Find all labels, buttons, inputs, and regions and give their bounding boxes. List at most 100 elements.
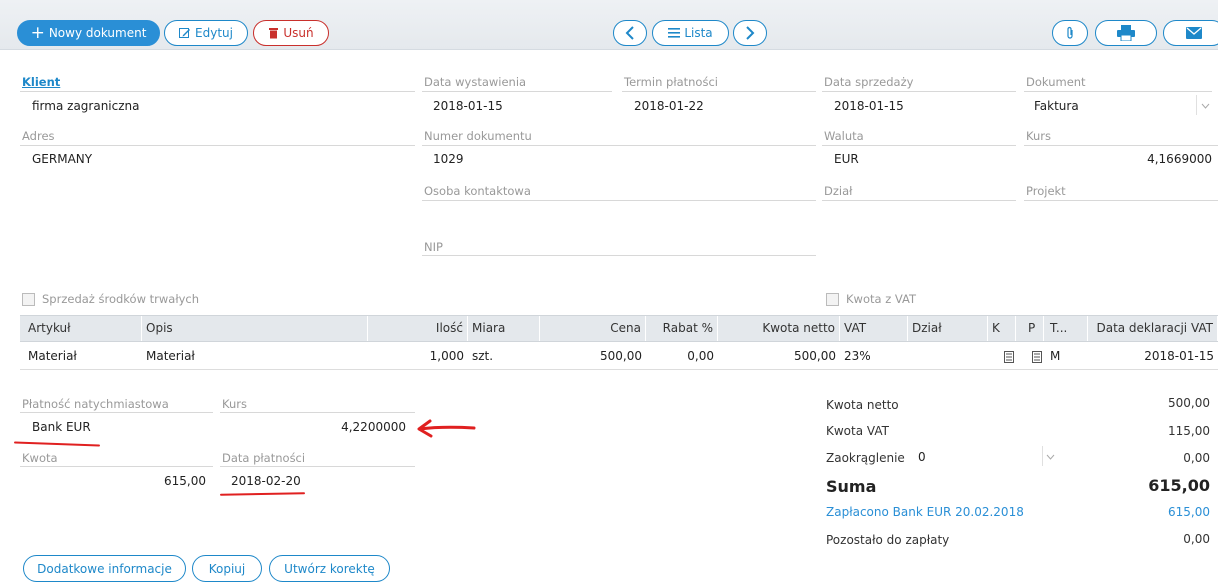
attachment-button[interactable]	[1052, 20, 1088, 46]
department-label: Dział	[824, 184, 853, 198]
exchange-rate-value[interactable]: 4,1669000	[1030, 152, 1212, 166]
column-header[interactable]: VAT	[840, 316, 908, 341]
cell-k[interactable]	[1000, 343, 1022, 369]
column-header[interactable]: Rabat %	[646, 316, 718, 341]
sale-date-underline	[822, 91, 1016, 92]
document-type-value[interactable]: Faktura	[1034, 99, 1079, 113]
table-row[interactable]: Materiał Materiał 1,000 szt. 500,00 0,00…	[20, 343, 1218, 370]
chevron-left-icon	[625, 26, 635, 40]
total-value: 615,00	[1148, 476, 1210, 495]
fixed-assets-checkbox[interactable]	[22, 293, 35, 306]
payment-amount-value[interactable]: 615,00	[20, 474, 206, 488]
issue-date-label: Data wystawienia	[424, 75, 527, 89]
issue-date-value[interactable]: 2018-01-15	[433, 99, 503, 113]
list-button[interactable]: Lista	[652, 20, 729, 46]
rounding-dropdown[interactable]	[1042, 446, 1058, 466]
plus-icon: +	[30, 23, 45, 43]
print-button[interactable]	[1095, 20, 1157, 46]
column-header[interactable]: K	[988, 316, 1016, 341]
nip-label: NIP	[424, 240, 443, 254]
issue-date-underline	[422, 91, 612, 92]
payment-rate-value[interactable]: 4,2200000	[220, 420, 406, 434]
toolbar: + Nowy dokument Edytuj Usuń Lista	[0, 0, 1218, 50]
remaining-value: 0,00	[1183, 532, 1210, 546]
cell-article: Materiał	[28, 349, 77, 363]
column-header[interactable]: Miara	[468, 316, 540, 341]
contact-person-label: Osoba kontaktowa	[424, 184, 531, 198]
column-header[interactable]: Dział	[908, 316, 988, 341]
chevron-down-icon	[1201, 98, 1210, 112]
edit-button[interactable]: Edytuj	[164, 20, 248, 46]
cell-t: M	[1050, 349, 1061, 363]
net-amount-value: 500,00	[1168, 396, 1210, 410]
amount-with-vat-checkbox[interactable]	[826, 293, 839, 306]
column-header[interactable]: Ilość	[368, 316, 468, 341]
list-icon	[668, 28, 681, 38]
rounding-select-value[interactable]: 0	[918, 450, 926, 464]
payment-method-underline	[20, 412, 213, 413]
create-correction-button[interactable]: Utwórz korektę	[269, 555, 390, 582]
previous-button[interactable]	[613, 20, 647, 46]
document-number-label: Numer dokumentu	[424, 129, 532, 143]
project-underline	[1024, 200, 1218, 201]
document-number-underline	[422, 145, 816, 146]
document-icon	[1032, 349, 1042, 363]
column-header[interactable]: Kwota netto	[718, 316, 840, 341]
email-button[interactable]	[1163, 20, 1218, 46]
payment-date-label: Data płatności	[222, 451, 306, 465]
sale-date-label: Data sprzedaży	[824, 75, 914, 89]
paid-link[interactable]: Zapłacono Bank EUR 20.02.2018	[826, 505, 1024, 519]
column-header[interactable]: Artykuł	[24, 316, 142, 341]
cell-discount: 0,00	[687, 349, 714, 363]
column-header[interactable]: Opis	[142, 316, 368, 341]
client-value[interactable]: firma zagraniczna	[32, 99, 140, 113]
currency-underline	[822, 145, 1016, 146]
sale-date-value[interactable]: 2018-01-15	[834, 99, 904, 113]
document-type-label: Dokument	[1026, 75, 1086, 89]
new-document-button[interactable]: + Nowy dokument	[17, 20, 160, 46]
vat-amount-label: Kwota VAT	[826, 424, 889, 438]
copy-button[interactable]: Kopiuj	[192, 555, 262, 582]
column-header[interactable]: P	[1024, 316, 1044, 341]
nip-underline	[422, 255, 816, 256]
delete-button[interactable]: Usuń	[253, 20, 329, 46]
paperclip-icon	[1065, 26, 1075, 40]
client-label[interactable]: Klient	[22, 75, 60, 89]
rounding-value: 0,00	[1183, 451, 1210, 465]
total-label: Suma	[826, 477, 877, 496]
exchange-rate-label: Kurs	[1026, 129, 1051, 143]
fixed-assets-label: Sprzedaż środków trwałych	[42, 292, 200, 306]
column-header[interactable]: T...	[1046, 316, 1088, 341]
cell-net-amount: 500,00	[794, 349, 836, 363]
cell-vat-declaration-date: 2018-01-15	[1144, 349, 1214, 363]
net-amount-label: Kwota netto	[826, 398, 899, 412]
address-underline	[20, 145, 415, 146]
new-document-label: Nowy dokument	[48, 26, 147, 40]
client-underline	[20, 91, 415, 92]
currency-value[interactable]: EUR	[834, 152, 859, 166]
due-date-value[interactable]: 2018-01-22	[634, 99, 704, 113]
amount-with-vat-label: Kwota z VAT	[846, 292, 917, 306]
currency-label: Waluta	[824, 129, 864, 143]
chevron-right-icon	[745, 26, 755, 40]
rounding-label: Zaokrąglenie	[826, 451, 905, 465]
payment-date-value[interactable]: 2018-02-20	[231, 474, 301, 488]
document-type-dropdown[interactable]	[1196, 95, 1214, 115]
additional-info-button[interactable]: Dodatkowe informacje	[23, 555, 186, 582]
payment-amount-underline	[20, 466, 213, 467]
document-type-underline	[1024, 91, 1212, 92]
document-number-value[interactable]: 1029	[433, 152, 464, 166]
printer-icon	[1117, 25, 1135, 41]
cell-quantity: 1,000	[429, 349, 464, 363]
payment-method-label: Płatność natychmiastowa	[22, 397, 169, 411]
edit-icon	[179, 27, 191, 39]
payment-rate-label: Kurs	[222, 397, 247, 411]
address-value[interactable]: GERMANY	[32, 152, 92, 166]
remaining-label: Pozostało do zapłaty	[826, 533, 950, 547]
payment-method-annotation-underline	[13, 441, 101, 447]
payment-method-value[interactable]: Bank EUR	[32, 420, 91, 434]
column-header[interactable]: Data deklaracji VAT	[1088, 316, 1218, 341]
contact-person-underline	[422, 200, 816, 201]
column-header[interactable]: Cena	[540, 316, 646, 341]
next-button[interactable]	[733, 20, 767, 46]
